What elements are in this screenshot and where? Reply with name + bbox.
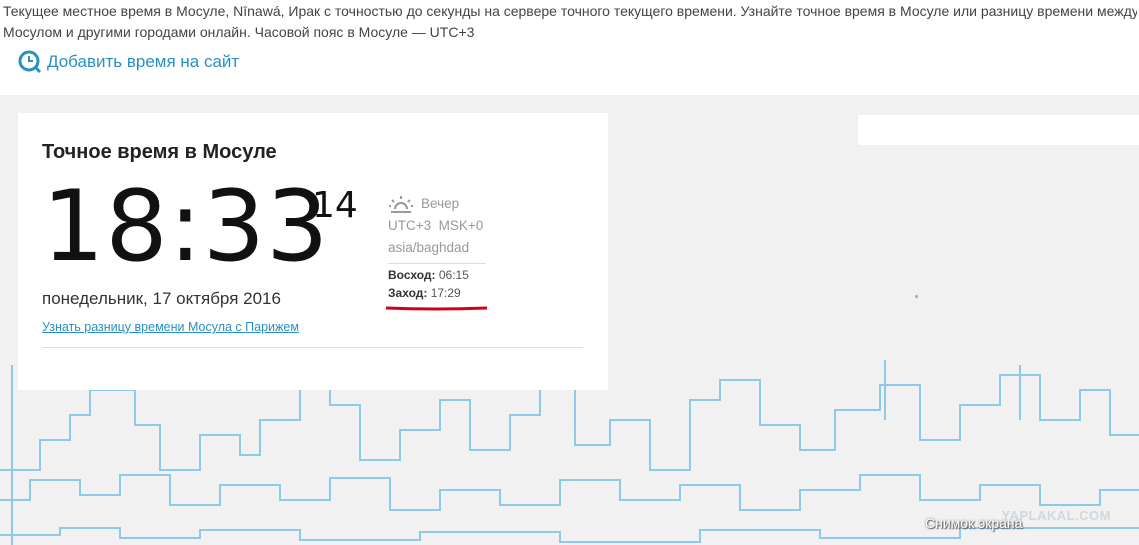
sunrise-row: Восход: 06:15 — [388, 266, 488, 284]
add-time-label: Добавить время на сайт — [47, 52, 240, 71]
intro-line-1: Текущее местное время в Мосуле, Nīnawá, … — [3, 3, 1137, 19]
current-time: 18:33 — [42, 170, 330, 284]
sunset-label: Заход: — [388, 286, 428, 300]
timezone-info: Вечер UTC+3 MSK+0 asia/baghdad Восход: 0… — [388, 193, 488, 302]
clock-stage: Точное время в Мосуле 18:33 14 понедельн… — [0, 95, 1139, 545]
watermark-caption: Снимок экрана — [925, 515, 1023, 531]
day-period: Вечер — [388, 193, 488, 215]
decor-dot — [915, 295, 918, 298]
current-seconds: 14 — [312, 185, 358, 226]
sunrise-time: 06:15 — [438, 268, 469, 282]
current-date: понедельник, 17 октября 2016 — [42, 289, 281, 308]
sunrise-label: Восход: — [388, 268, 436, 282]
utc-offset: UTC+3 MSK+0 — [388, 218, 484, 233]
clock-icon — [18, 50, 42, 74]
time-card: Точное время в Мосуле 18:33 14 понедельн… — [18, 113, 608, 390]
info-divider — [388, 263, 486, 264]
day-period-label: Вечер — [421, 196, 460, 211]
add-time-to-site-link[interactable]: Добавить время на сайт — [18, 50, 239, 74]
right-panel — [858, 115, 1139, 145]
intro-line-2: Мосулом и другими городами онлайн. Часов… — [3, 24, 475, 40]
red-underline-annotation — [385, 306, 488, 311]
sunset-row: Заход: 17:29 — [388, 284, 488, 302]
sunset-time: 17:29 — [430, 286, 461, 300]
intro-text: Текущее местное время в Мосуле, Nīnawá, … — [3, 1, 1137, 43]
card-title: Точное время в Мосуле — [42, 141, 277, 163]
time-difference-link[interactable]: Узнать разницу времени Мосула с Парижем — [42, 320, 299, 334]
sunset-icon — [388, 194, 414, 214]
timezone-id: asia/baghdad — [388, 240, 470, 255]
card-divider — [42, 347, 583, 348]
